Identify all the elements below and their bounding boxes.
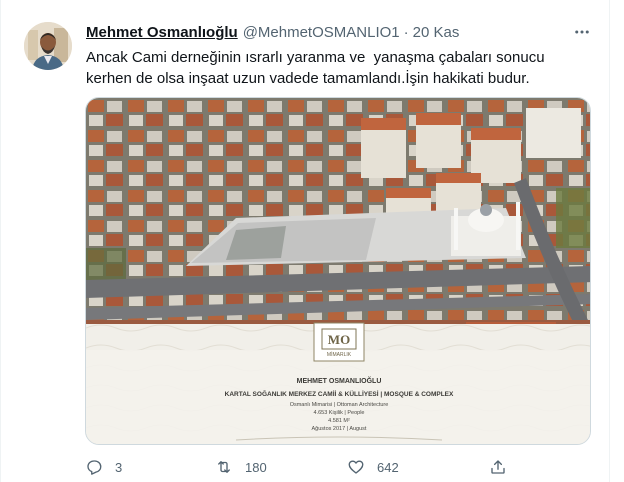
tweet-media-image[interactable]: MO MİMARLIK MEHMET OSMANLIOĞLU KARTAL SO… [85, 97, 591, 445]
right-divider [609, 0, 610, 482]
retweet-button[interactable]: 180 [215, 458, 267, 476]
reply-button[interactable]: 3 [85, 458, 122, 476]
share-button[interactable] [489, 458, 507, 476]
caption-name: MEHMET OSMANLIOĞLU [297, 376, 382, 385]
avatar-image [24, 22, 72, 70]
share-icon [491, 460, 505, 474]
heart-icon [348, 460, 364, 474]
separator-dot: · [403, 24, 409, 41]
logo-subtitle: MİMARLIK [327, 351, 352, 358]
tweet-text: Ancak Cami derneğinin ısrarlı yaranma ve… [86, 49, 549, 87]
author-handle[interactable]: @MehmetOSMANLIO1 [243, 24, 400, 41]
reply-count: 3 [115, 459, 123, 475]
more-horizontal-icon [575, 30, 589, 34]
like-count: 642 [377, 459, 399, 475]
tweet-actions: 3 180 642 [85, 458, 515, 480]
logo-mark: MO [328, 332, 350, 347]
caption-line-4: Ağustos 2017 | August [312, 426, 367, 432]
author-name[interactable]: Mehmet Osmanlıoğlu [86, 24, 238, 41]
caption-title: KARTAL SOĞANLIK MERKEZ CAMİİ & KÜLLİYESİ… [225, 389, 454, 398]
retweet-count: 180 [245, 459, 267, 475]
like-button[interactable]: 642 [347, 458, 399, 476]
caption-line-3: 4.581 M² [328, 418, 350, 424]
avatar[interactable] [24, 22, 72, 70]
caption-line-2: 4.653 Kişilik | People [314, 410, 365, 416]
tweet-header: Mehmet Osmanlıoğlu @MehmetOSMANLIO1 · 20… [86, 24, 459, 44]
more-options-button[interactable] [568, 20, 596, 44]
left-divider [0, 0, 1, 482]
retweet-icon [218, 461, 230, 473]
caption-line-1: Osmanlı Mimarisi | Ottoman Architecture [290, 402, 389, 408]
aerial-mosque-rendering: MO MİMARLIK MEHMET OSMANLIOĞLU KARTAL SO… [86, 98, 590, 444]
reply-icon [87, 460, 102, 475]
tweet-date[interactable]: 20 Kas [413, 24, 460, 41]
